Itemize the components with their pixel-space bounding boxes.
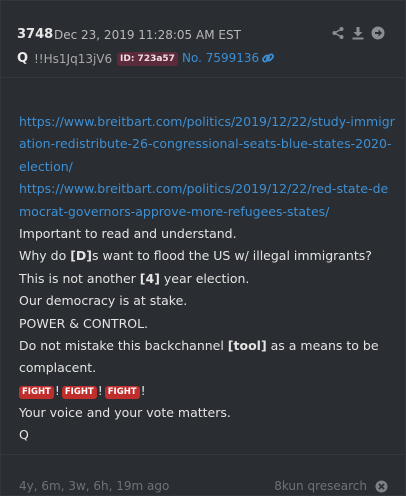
- body-line: Do not mistake this backchannel [tool] a…: [19, 335, 395, 380]
- body-line: Our democracy is at stake.: [19, 293, 188, 309]
- body-line: Important to read and understand.: [19, 226, 237, 242]
- post-date: Dec 23, 2019 11:28:05 AM EST: [54, 28, 241, 42]
- fight-row: FIGHT! FIGHT! FIGHT!: [19, 380, 395, 402]
- post-card: 3748 Dec 23, 2019 11:28:05 AM EST Q !!Hs…: [0, 0, 406, 496]
- exclamation: !: [140, 382, 146, 398]
- link-icon[interactable]: [261, 51, 275, 65]
- body-line: This is not another [4] year election.: [19, 268, 395, 290]
- bold-tag: [D]: [70, 248, 93, 264]
- post-header: 3748 Dec 23, 2019 11:28:05 AM EST Q !!Hs…: [1, 1, 405, 78]
- post-age: 4y, 6m, 3w, 6h, 19m ago: [19, 479, 170, 493]
- bold-tag: [tool]: [227, 338, 267, 354]
- body-line: POWER & CONTROL.: [19, 315, 149, 331]
- tripcode: !!Hs1Jq13jV6: [34, 52, 113, 66]
- exclamation: !: [54, 382, 60, 398]
- signature: Q: [19, 427, 29, 443]
- body-text: year election.: [159, 270, 250, 286]
- body-text: Do not mistake this backchannel: [19, 338, 228, 354]
- post-body: https://www.breitbart.com/politics/2019/…: [19, 111, 395, 447]
- body-text: Why do: [19, 248, 71, 264]
- exclamation: !: [97, 382, 103, 398]
- next-arrow-icon[interactable]: [371, 26, 385, 40]
- fight-badge: FIGHT: [61, 385, 97, 399]
- article-link[interactable]: https://www.breitbart.com/politics/2019/…: [19, 111, 395, 178]
- bold-tag: [4]: [139, 270, 160, 286]
- body-line: Your voice and your vote matters.: [19, 404, 231, 420]
- fight-badge: FIGHT: [104, 385, 140, 399]
- fight-badge: FIGHT: [19, 385, 54, 399]
- source-label[interactable]: 8kun qresearch: [274, 479, 367, 493]
- poster-name: Q: [17, 51, 29, 66]
- article-link[interactable]: https://www.breitbart.com/politics/2019/…: [19, 178, 395, 223]
- id-badge[interactable]: ID: 723a57: [117, 52, 178, 66]
- share-icon[interactable]: [331, 26, 345, 40]
- post-actions: [331, 26, 385, 40]
- download-icon[interactable]: [351, 26, 365, 40]
- post-link[interactable]: No. 7599136: [182, 51, 259, 65]
- body-line: Why do [D]s want to flood the US w/ ille…: [19, 245, 395, 267]
- body-text: s want to flood the US w/ illegal immigr…: [92, 248, 372, 264]
- close-icon[interactable]: [375, 480, 388, 493]
- body-text: This is not another: [19, 270, 140, 286]
- post-footer: 4y, 6m, 3w, 6h, 19m ago 8kun qresearch: [1, 454, 405, 495]
- post-number: 3748: [17, 27, 54, 42]
